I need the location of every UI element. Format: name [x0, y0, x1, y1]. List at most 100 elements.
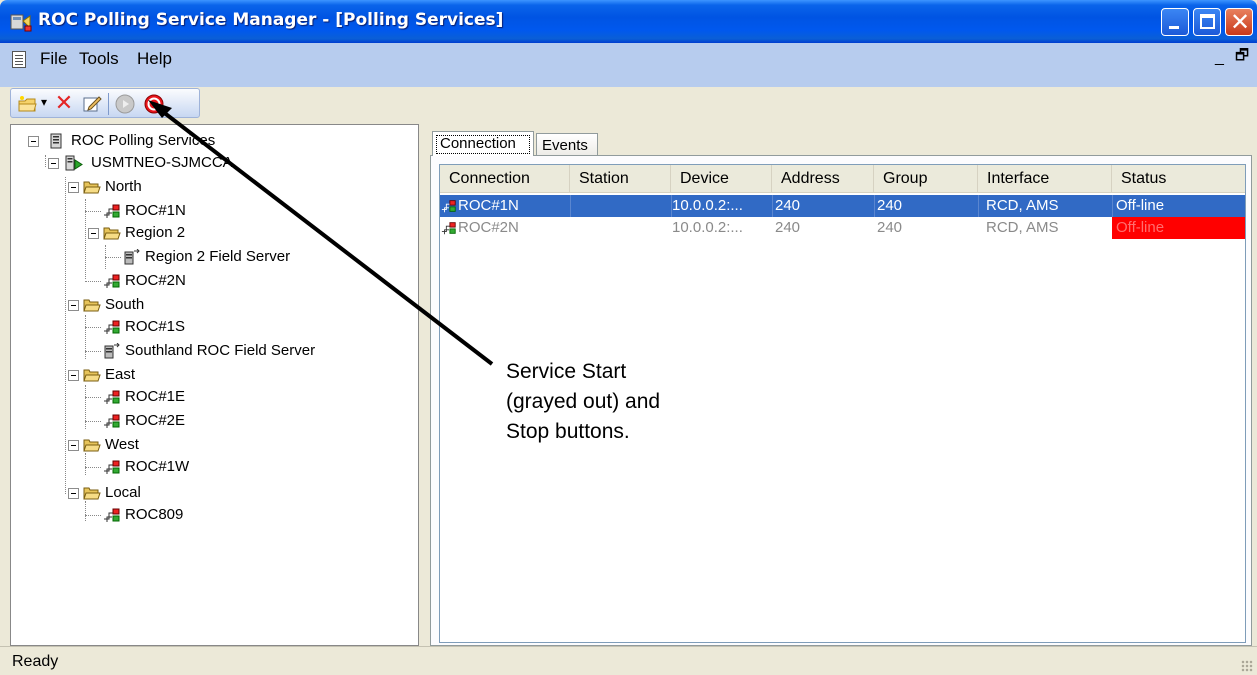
cell-interface: RCD, AMS — [986, 219, 1059, 236]
cell-address: 240 — [775, 219, 801, 236]
column-header-interface[interactable]: Interface — [978, 165, 1112, 193]
tree-device-roc1s[interactable]: ROC#1S — [11, 317, 311, 339]
window-title: ROC Polling Service Manager - [Polling S… — [38, 10, 504, 30]
tree-folder-north[interactable]: North — [11, 177, 311, 199]
roc-device-icon — [104, 204, 120, 218]
tab-label: Connection — [440, 135, 516, 152]
app-icon — [10, 14, 32, 32]
column-divider — [772, 195, 773, 217]
mdi-restore-button[interactable]: 🗗 — [1235, 45, 1249, 70]
cell-connection: ROC#2N — [458, 219, 519, 236]
tree-field-server-southland[interactable]: Southland ROC Field Server — [11, 341, 391, 363]
column-divider — [570, 195, 571, 217]
column-header-status[interactable]: Status — [1112, 165, 1245, 193]
collapse-icon[interactable] — [88, 228, 99, 239]
tree-device-label: ROC#1S — [125, 318, 186, 335]
collapse-icon[interactable] — [68, 300, 79, 311]
table-row[interactable]: ROC#2N 10.0.0.2:... 240 240 RCD, AMS Off… — [440, 217, 1245, 239]
stop-icon[interactable] — [143, 93, 165, 115]
tree-device-roc2e[interactable]: ROC#2E — [11, 411, 311, 433]
collapse-icon[interactable] — [68, 370, 79, 381]
tree-folder-label: Local — [105, 484, 141, 501]
menu-help[interactable]: Help — [137, 49, 172, 69]
minimize-button[interactable] — [1161, 8, 1189, 36]
tree-folder-west[interactable]: West — [11, 435, 311, 457]
pane-splitter[interactable] — [419, 124, 427, 646]
table-row[interactable]: ROC#1N 10.0.0.2:... 240 240 RCD, AMS Off… — [440, 195, 1245, 217]
delete-x-icon[interactable]: ✕ — [53, 93, 75, 115]
close-icon: ✕ — [1229, 8, 1251, 36]
folder-open-icon — [83, 299, 101, 312]
column-divider — [978, 195, 979, 217]
menu-bar: File Tools Help _ 🗗 — [0, 43, 1257, 87]
tree-folder-label: Region 2 — [125, 224, 186, 241]
tab-connection[interactable]: Connection — [432, 131, 534, 156]
cell-status: Off-line — [1116, 219, 1165, 236]
cell-device: 10.0.0.2:... — [672, 197, 743, 214]
collapse-icon[interactable] — [48, 158, 59, 169]
field-server-icon — [104, 343, 120, 359]
folder-open-icon — [83, 369, 101, 382]
document-icon[interactable] — [12, 51, 26, 68]
server-rack-icon — [50, 133, 62, 149]
collapse-icon[interactable] — [68, 488, 79, 499]
callout-line: Stop buttons. — [506, 420, 630, 443]
tree-device-roc2n[interactable]: ROC#2N — [11, 271, 311, 293]
roc-device-icon — [104, 274, 120, 288]
cell-group: 240 — [877, 219, 903, 236]
title-bar[interactable]: ROC Polling Service Manager - [Polling S… — [0, 0, 1257, 43]
tree-device-roc1e[interactable]: ROC#1E — [11, 387, 311, 409]
roc-device-icon — [104, 320, 120, 334]
tree-view[interactable]: ROC Polling Services USMTNEO-SJMCCA Nort… — [10, 124, 419, 646]
tree-folder-local[interactable]: Local — [11, 483, 311, 505]
tab-events[interactable]: Events — [536, 133, 598, 156]
menu-tools[interactable]: Tools — [79, 49, 119, 69]
tree-field-server-label: Region 2 Field Server — [145, 248, 291, 265]
cell-status: Off-line — [1116, 197, 1165, 214]
column-header-group[interactable]: Group — [874, 165, 978, 193]
status-badge: Off-line — [1112, 217, 1245, 239]
chevron-down-icon[interactable]: ▾ — [41, 95, 51, 117]
tree-root-label: ROC Polling Services — [71, 132, 216, 149]
resize-grip-icon[interactable] — [1241, 660, 1253, 672]
maximize-button[interactable] — [1193, 8, 1221, 36]
tree-device-label: ROC#2E — [125, 412, 186, 429]
tree-device-label: ROC809 — [125, 506, 184, 523]
cell-connection: ROC#1N — [458, 197, 519, 214]
collapse-icon[interactable] — [68, 440, 79, 451]
callout-line: (grayed out) and — [506, 390, 661, 413]
folder-new-icon[interactable] — [17, 93, 39, 115]
tree-device-roc1w[interactable]: ROC#1W — [11, 457, 311, 479]
callout-line: Service Start — [506, 360, 627, 383]
column-header-station[interactable]: Station — [570, 165, 671, 193]
tree-root[interactable]: ROC Polling Services — [11, 131, 311, 153]
collapse-icon[interactable] — [28, 136, 39, 147]
tree-device-roc1n[interactable]: ROC#1N — [11, 201, 311, 223]
roc-device-icon — [104, 508, 120, 522]
close-button[interactable]: ✕ — [1225, 8, 1253, 36]
server-running-icon — [65, 155, 83, 171]
collapse-icon[interactable] — [68, 182, 79, 193]
status-text: Ready — [12, 653, 59, 670]
cell-group: 240 — [877, 197, 903, 214]
tree-field-server-region2[interactable]: Region 2 Field Server — [11, 247, 351, 269]
column-header-device[interactable]: Device — [671, 165, 772, 193]
play-icon[interactable] — [114, 93, 136, 115]
tree-device-label: ROC#1W — [125, 458, 190, 475]
tree-folder-region2[interactable]: Region 2 — [11, 223, 311, 245]
column-header-address[interactable]: Address — [772, 165, 874, 193]
column-divider — [874, 195, 875, 217]
column-header-connection[interactable]: Connection — [440, 165, 570, 193]
mdi-minimize-button[interactable]: _ — [1215, 49, 1224, 67]
tree-folder-east[interactable]: East — [11, 365, 311, 387]
tree-device-label: ROC#1E — [125, 388, 186, 405]
menu-file[interactable]: File — [40, 49, 67, 69]
tree-device-roc809[interactable]: ROC809 — [11, 505, 311, 527]
edit-icon[interactable] — [81, 93, 103, 115]
toolbar-separator — [108, 93, 109, 115]
tree-folder-south[interactable]: South — [11, 295, 311, 317]
roc-device-icon — [104, 390, 120, 404]
roc-device-icon — [441, 222, 456, 235]
roc-device-icon — [104, 414, 120, 428]
tree-server[interactable]: USMTNEO-SJMCCA — [11, 153, 311, 175]
